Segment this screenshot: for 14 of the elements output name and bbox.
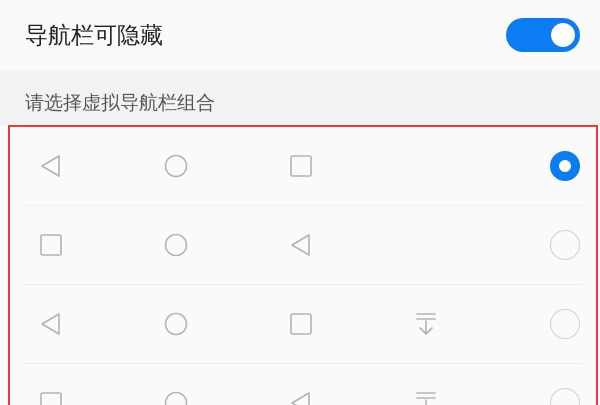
square-icon [289,312,313,336]
section-header: 请选择虚拟导航栏组合 [25,90,215,116]
radio-button[interactable] [550,151,580,181]
setting-label: 导航栏可隐藏 [25,22,163,50]
square-icon [289,154,313,178]
toggle-switch[interactable] [506,18,580,52]
triangle-icon [39,154,63,178]
square-icon [39,233,63,257]
triangle-icon [39,312,63,336]
circle-icon [164,233,188,257]
triangle-icon [289,233,313,257]
circle-icon [164,154,188,178]
down-arrow-icon [414,312,438,336]
circle-icon [164,312,188,336]
